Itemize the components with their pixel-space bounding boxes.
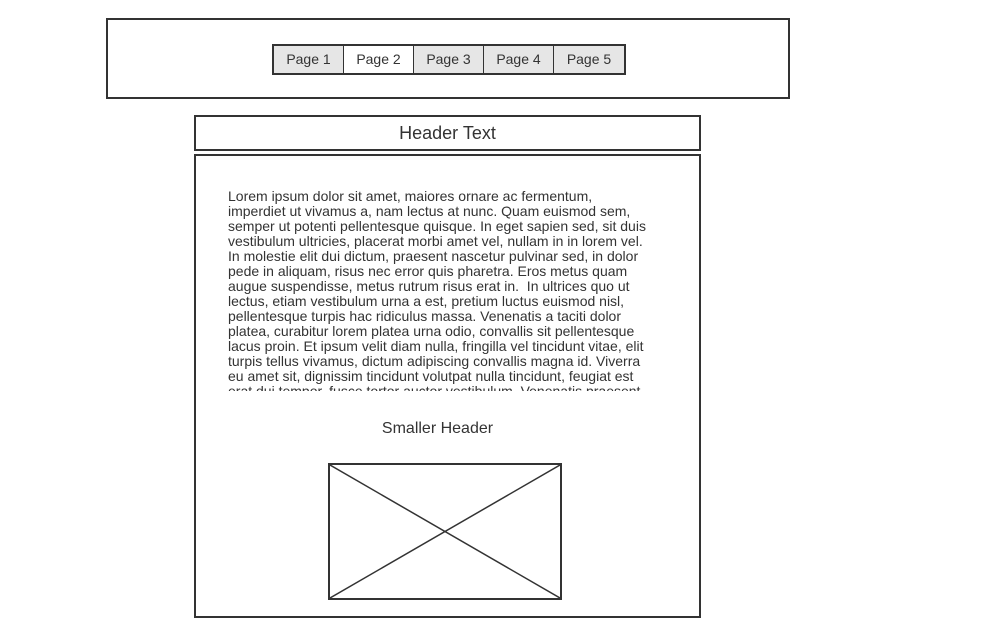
page-tab-bar: Page 1 Page 2 Page 3 Page 4 Page 5 [272,44,626,75]
body-text: Lorem ipsum dolor sit amet, maiores orna… [228,189,646,391]
tab-page-4[interactable]: Page 4 [484,46,554,73]
image-placeholder-icon [328,463,562,600]
smaller-header: Smaller Header [381,420,494,437]
tab-page-1[interactable]: Page 1 [274,46,344,73]
page-header: Header Text [194,115,701,151]
tab-page-3[interactable]: Page 3 [414,46,484,73]
tab-page-5[interactable]: Page 5 [554,46,624,73]
header-text: Header Text [399,123,496,143]
tab-page-2[interactable]: Page 2 [344,46,414,73]
image-placeholder-cross [330,465,560,598]
